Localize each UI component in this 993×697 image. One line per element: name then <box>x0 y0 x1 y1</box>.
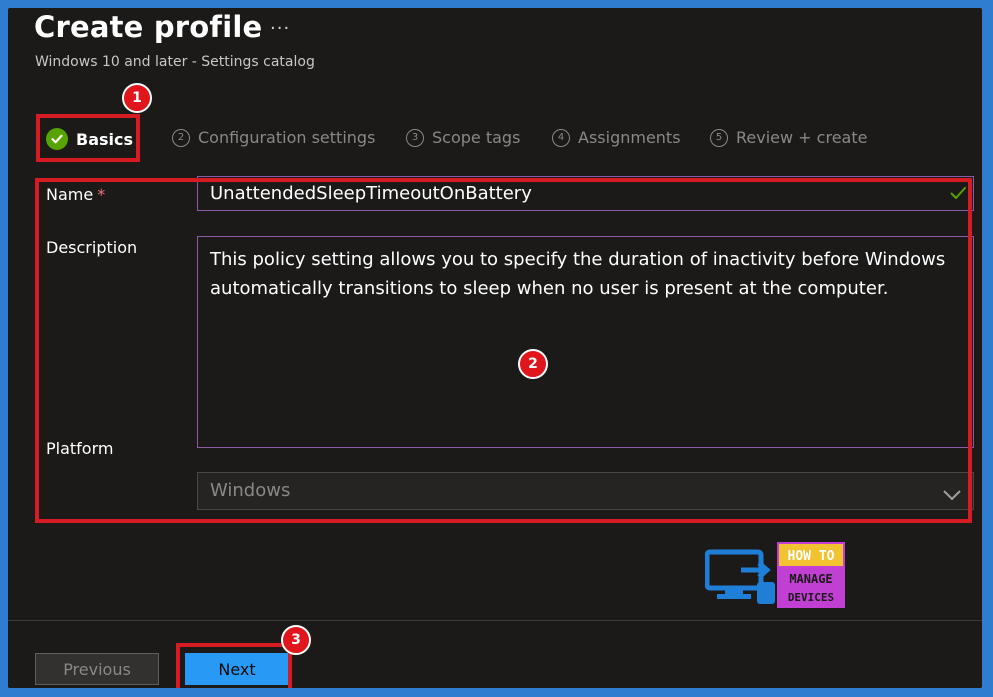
annotation-badge-3: 3 <box>281 625 311 655</box>
name-value: UnattendedSleepTimeoutOnBattery <box>210 183 532 204</box>
step-scope-tags[interactable]: 3 Scope tags <box>406 128 520 147</box>
step-basics[interactable]: Basics <box>46 128 133 150</box>
check-circle-icon <box>46 128 68 150</box>
annotation-badge-2: 2 <box>518 349 548 379</box>
step-number: 3 <box>406 128 424 147</box>
platform-value: Windows <box>210 480 291 501</box>
step-label: Configuration settings <box>198 128 376 147</box>
annotation-badge-1: 1 <box>122 83 152 113</box>
svg-text:DEVICES: DEVICES <box>788 591 834 604</box>
step-label: Assignments <box>578 128 681 147</box>
step-label: Scope tags <box>432 128 521 147</box>
previous-button[interactable]: Previous <box>35 653 159 685</box>
step-label: Review + create <box>736 128 868 147</box>
step-number: 4 <box>552 128 570 147</box>
name-field[interactable]: UnattendedSleepTimeoutOnBattery <box>197 176 974 211</box>
platform-label: Platform <box>46 439 114 458</box>
wizard-steps: Basics 2 Configuration settings 3 Scope … <box>8 118 982 158</box>
name-label: Name * <box>46 185 105 204</box>
step-configuration-settings[interactable]: 2 Configuration settings <box>172 128 375 147</box>
how-to-manage-devices-logo: HOW TO MANAGE DEVICES <box>704 542 845 608</box>
name-label-text: Name <box>46 185 94 204</box>
chevron-down-icon <box>943 485 961 506</box>
step-assignments[interactable]: 4 Assignments <box>552 128 681 147</box>
page-title: Create profile <box>34 10 263 44</box>
step-review-create[interactable]: 5 Review + create <box>710 128 867 147</box>
description-field[interactable]: This policy setting allows you to specif… <box>197 236 974 448</box>
svg-text:HOW TO: HOW TO <box>788 549 835 564</box>
checkmark-icon <box>949 184 967 207</box>
step-number: 5 <box>710 128 728 147</box>
blade-footer: Previous Next 3 <box>8 620 982 688</box>
create-profile-blade: Create profile ··· Windows 10 and later … <box>8 8 982 688</box>
required-marker: * <box>97 185 106 204</box>
description-label: Description <box>46 238 138 257</box>
page-subtitle: Windows 10 and later - Settings catalog <box>35 54 315 70</box>
step-number: 2 <box>172 128 190 147</box>
next-button[interactable]: Next <box>185 653 289 685</box>
step-label: Basics <box>76 129 134 149</box>
more-options-icon[interactable]: ··· <box>270 18 290 39</box>
platform-dropdown[interactable]: Windows <box>197 472 974 510</box>
svg-text:MANAGE: MANAGE <box>789 572 832 586</box>
